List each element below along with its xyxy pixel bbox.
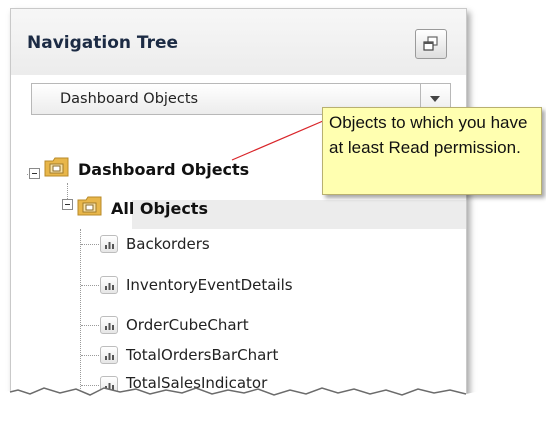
permission-callout: Objects to which you have at least Read … bbox=[322, 107, 542, 195]
callout-leader-line bbox=[231, 120, 324, 161]
callout-text: Objects to which you have at least Read … bbox=[329, 113, 528, 157]
